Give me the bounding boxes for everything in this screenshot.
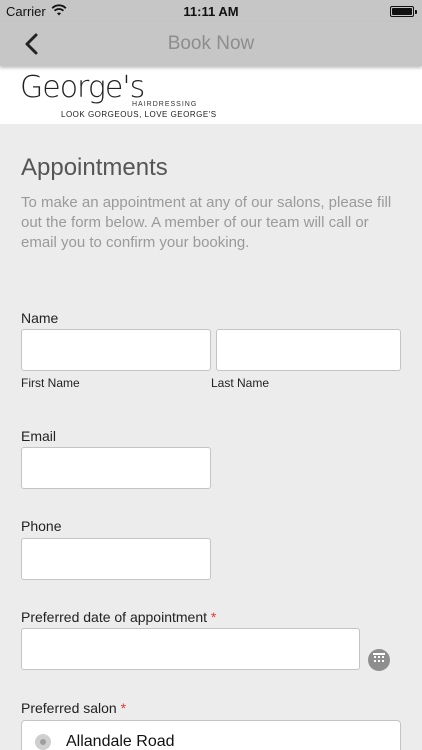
salon-label-text: Preferred salon — [21, 700, 117, 716]
intro-text: To make an appointment at any of our sal… — [21, 194, 392, 251]
date-field[interactable] — [21, 628, 360, 670]
calendar-icon[interactable] — [368, 649, 390, 671]
brand-header: George's HAIRDRESSING LOOK GORGEOUS, LOV… — [0, 66, 422, 124]
radio-button[interactable] — [35, 734, 51, 750]
first-name-field[interactable] — [21, 329, 211, 371]
email-label: Email — [21, 428, 57, 444]
date-label-text: Preferred date of appointment — [21, 609, 208, 625]
salon-option-label: Allandale Road — [66, 733, 175, 750]
phone-field[interactable] — [21, 538, 211, 580]
clock: 11:11 AM — [183, 4, 239, 19]
salon-option-allandale-road[interactable]: Allandale Road — [35, 733, 175, 750]
last-name-label: Last Name — [211, 376, 270, 390]
last-name-field[interactable] — [216, 329, 401, 371]
navigation-bar: Book Now — [0, 22, 422, 66]
required-marker: * — [210, 609, 217, 625]
logo-subtitle: HAIRDRESSING — [132, 101, 198, 108]
tagline: LOOK GORGEOUS, LOVE GEORGE'S — [61, 110, 217, 119]
salon-options: Allandale Road — [21, 720, 401, 750]
date-label: Preferred date of appointment * — [21, 609, 216, 625]
form-content: Appointments To make an appointment at a… — [0, 124, 422, 750]
first-name-label: First Name — [21, 376, 80, 390]
logo: George's — [20, 70, 145, 105]
page-title: Book Now — [167, 33, 255, 54]
name-label: Name — [21, 310, 59, 326]
phone-label: Phone — [21, 518, 62, 534]
email-field[interactable] — [21, 447, 211, 489]
required-marker: * — [120, 700, 127, 716]
salon-label: Preferred salon * — [21, 700, 126, 716]
status-bar: Carrier 11:11 AM — [0, 0, 422, 22]
section-heading: Appointments — [21, 154, 168, 181]
battery-icon — [390, 6, 417, 17]
